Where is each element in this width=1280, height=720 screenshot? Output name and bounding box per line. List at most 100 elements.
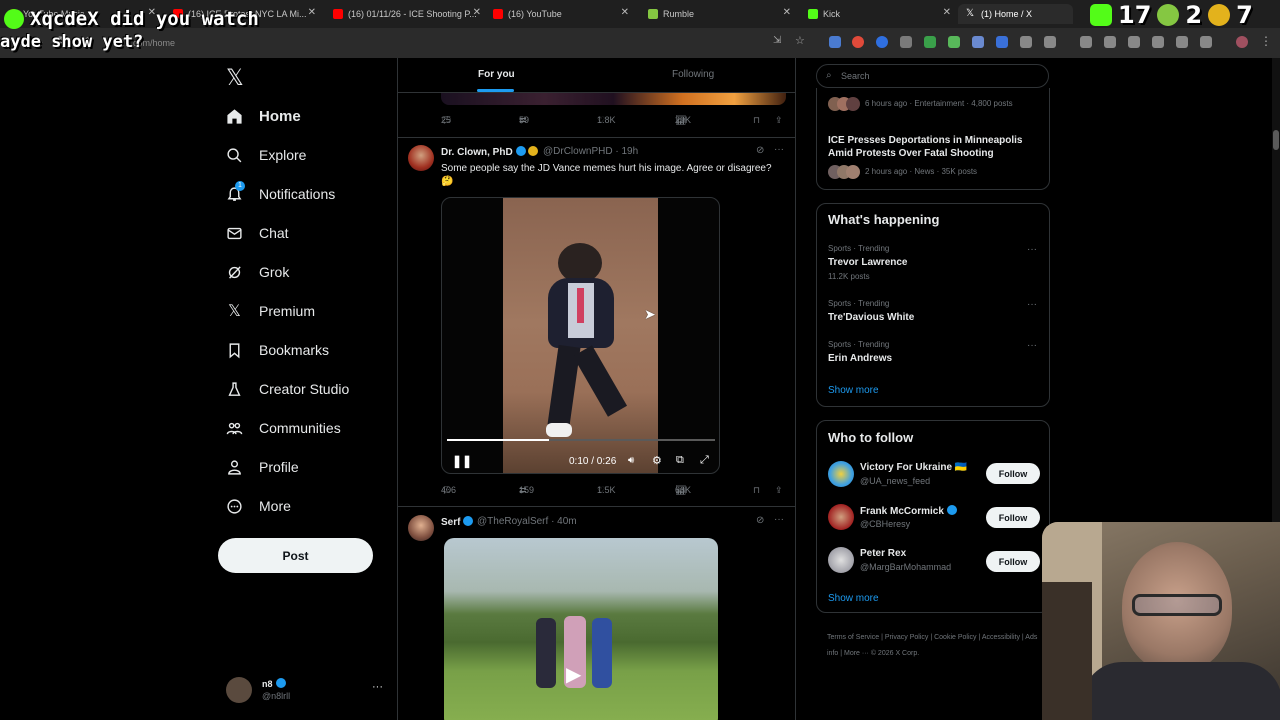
tweet-author-name[interactable]: Dr. Clown, PhD (441, 146, 538, 158)
extension-icon[interactable] (1020, 36, 1032, 48)
volume-icon[interactable]: 🔊︎ (628, 455, 634, 466)
news-headline[interactable]: ICE Presses Deportations in Minneapolis … (828, 134, 1043, 160)
extension-icon[interactable] (876, 36, 888, 48)
suggestion-name: Frank McCormick (860, 505, 957, 517)
nav-bookmarks[interactable]: Bookmarks (226, 335, 329, 365)
scrollbar-thumb[interactable] (1273, 130, 1279, 150)
panel-title: Who to follow (828, 430, 914, 445)
history-icon[interactable] (1080, 36, 1092, 48)
share-icon[interactable]: ⇪ (775, 115, 783, 126)
nav-grok[interactable]: Grok (226, 257, 289, 287)
search-placeholder: Search (841, 71, 870, 81)
menu-icon[interactable]: ⋮ (1260, 34, 1272, 48)
more-icon[interactable]: ··· (1027, 299, 1037, 310)
show-more-link[interactable]: Show more (828, 385, 879, 396)
close-icon[interactable]: ✕ (473, 7, 481, 18)
tweet-author-name[interactable]: Serf (441, 516, 474, 528)
more-icon[interactable]: ··· (372, 681, 383, 693)
tab-for-you[interactable]: For you (478, 69, 515, 80)
close-icon[interactable]: ✕ (783, 7, 791, 18)
avatar[interactable] (408, 515, 434, 541)
tweet-author-handle[interactable]: @DrClownPHD · 19h (543, 146, 638, 157)
nav-chat[interactable]: Chat (226, 218, 289, 248)
nav-premium[interactable]: 𝕏 Premium (226, 296, 315, 326)
follow-button[interactable]: Follow (986, 551, 1040, 572)
browser-tab-active[interactable]: 𝕏 (1) Home / X (958, 4, 1073, 24)
star-icon[interactable]: ☆ (795, 34, 805, 47)
person-icon (226, 459, 243, 476)
tab-following[interactable]: Following (672, 69, 714, 80)
extension-icon[interactable] (852, 36, 864, 48)
close-icon[interactable]: ✕ (943, 7, 951, 18)
browser-tab[interactable]: Kick ✕ (800, 4, 955, 24)
bookmark-button[interactable]: ⊓ (753, 115, 760, 126)
tweet-media-video[interactable]: ▶ (444, 538, 718, 720)
nav-notifications[interactable]: 1 Notifications (226, 179, 335, 209)
x-logo-icon[interactable]: 𝕏 (226, 66, 244, 91)
fullscreen-icon[interactable]: ⤢ (700, 454, 709, 467)
browser-tab[interactable]: (16) YouTube ✕ (485, 4, 635, 24)
nav-profile[interactable]: Profile (226, 452, 299, 482)
follow-button[interactable]: Follow (986, 463, 1040, 484)
grok-icon[interactable]: ⊘ (756, 515, 764, 526)
tweet-author-handle[interactable]: @TheRoyalSerf · 40m (477, 516, 577, 527)
extension-icon[interactable] (1104, 36, 1116, 48)
extension-icon[interactable] (924, 36, 936, 48)
nav-label: Communities (259, 420, 341, 436)
verified-icon (463, 516, 474, 526)
footer-links[interactable]: Terms of Service | Privacy Policy | Cook… (827, 630, 1047, 662)
sidebar-icon[interactable] (1152, 36, 1164, 48)
more-icon[interactable]: ··· (774, 514, 784, 525)
webcam-glasses (1132, 594, 1222, 616)
close-icon[interactable]: ✕ (308, 7, 316, 18)
play-icon[interactable]: ▶ (566, 662, 581, 687)
who-to-follow-panel: Who to follow Victory For Ukraine 🇺🇦 @UA… (816, 420, 1050, 613)
suggestion-name: Victory For Ukraine 🇺🇦 (860, 462, 968, 473)
pause-icon[interactable]: ❚❚ (452, 454, 472, 468)
nav-communities[interactable]: Communities (226, 413, 341, 443)
extension-icon[interactable] (972, 36, 984, 48)
video-progress-track[interactable] (447, 439, 715, 441)
kick-icon (4, 9, 24, 29)
nav-more[interactable]: More (226, 491, 291, 521)
nav-creator-studio[interactable]: Creator Studio (226, 374, 349, 404)
show-more-link[interactable]: Show more (828, 593, 879, 604)
extension-icon[interactable] (948, 36, 960, 48)
account-switcher[interactable]: n8 @n8lrll ··· (226, 674, 386, 708)
search-input[interactable]: ⌕ Search (816, 64, 1049, 88)
downloads-icon[interactable] (1176, 36, 1188, 48)
profile-avatar-icon[interactable] (1236, 36, 1248, 48)
extension-icon[interactable] (1200, 36, 1212, 48)
follow-button[interactable]: Follow (986, 507, 1040, 528)
more-icon[interactable]: ··· (774, 144, 784, 155)
bookmark-button[interactable]: ⊓ (753, 485, 760, 496)
install-icon[interactable]: ⇲ (773, 35, 781, 46)
browser-tab[interactable]: Rumble ✕ (640, 4, 795, 24)
avatar[interactable] (408, 145, 434, 171)
browser-tab[interactable]: (16) 01/11/26 - ICE Shooting P... ✕ (325, 4, 485, 24)
video-subject (592, 618, 612, 688)
nav-explore[interactable]: Explore (226, 140, 306, 170)
more-icon[interactable]: ··· (1027, 244, 1037, 255)
news-meta: 2 hours ago · News · 35K posts (865, 167, 978, 176)
settings-icon[interactable]: ⚙ (652, 454, 662, 467)
previous-tweet-media[interactable] (441, 93, 786, 105)
extension-icon[interactable] (829, 36, 841, 48)
feed-tabs: For you Following (398, 58, 795, 93)
nav-home[interactable]: Home (226, 101, 301, 131)
suggestion-name: Peter Rex (860, 548, 907, 559)
picture-in-picture-icon[interactable]: ⧉ (676, 454, 684, 467)
close-icon[interactable]: ✕ (621, 7, 629, 18)
share-icon[interactable]: ⇪ (775, 485, 783, 496)
grok-icon[interactable]: ⊘ (756, 145, 764, 156)
more-icon[interactable]: ··· (1027, 340, 1037, 351)
extension-icon[interactable] (1044, 36, 1056, 48)
extension-icon[interactable] (996, 36, 1008, 48)
avatar (828, 461, 854, 487)
video-player[interactable]: ❚❚ 0:10 / 0:26 🔊︎ ⚙ ⧉ ⤢ (441, 197, 720, 474)
post-button[interactable]: Post (218, 538, 373, 573)
stream-chat-overlay: XqcdeX did you watch ayde show yet? (0, 8, 259, 52)
devtools-icon[interactable] (1128, 36, 1140, 48)
extension-icon[interactable] (900, 36, 912, 48)
avatar (846, 165, 860, 179)
